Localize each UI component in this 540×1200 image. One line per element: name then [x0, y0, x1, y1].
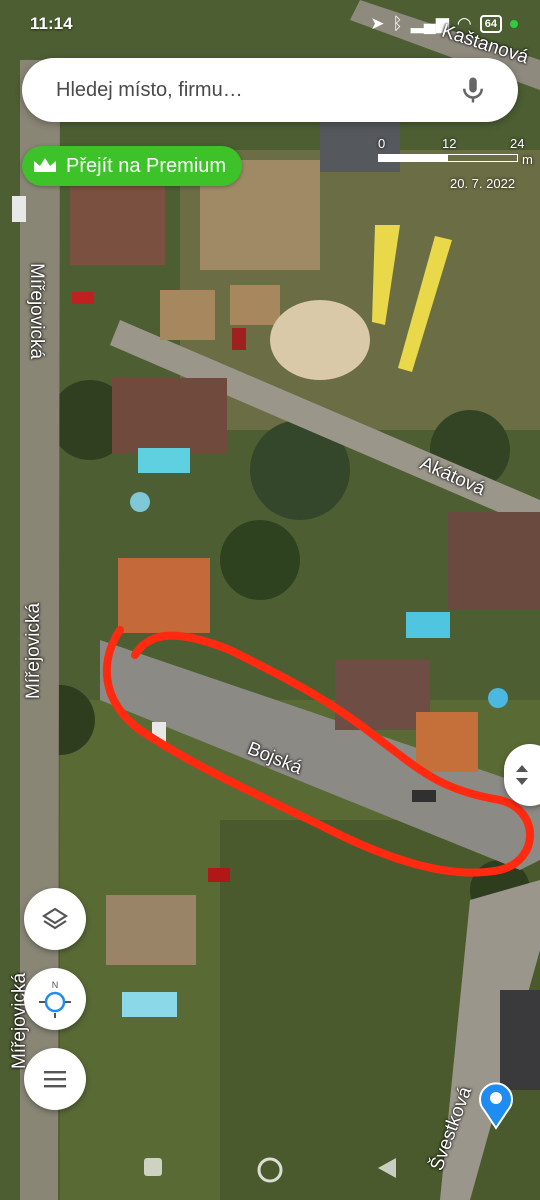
scale-bar	[378, 154, 518, 162]
compass-button[interactable]: N	[24, 968, 86, 1030]
menu-icon	[44, 1071, 66, 1088]
premium-label: Přejít na Premium	[66, 154, 227, 177]
scale-tick-0: 0	[378, 136, 386, 151]
home-icon[interactable]	[256, 1156, 284, 1184]
scale-tick-12: 12	[442, 136, 457, 151]
layers-button[interactable]	[24, 888, 86, 950]
expand-icon	[516, 765, 528, 785]
status-time: 11:14	[30, 14, 73, 33]
street-label-mirejovicka-top: Mířejovická	[26, 262, 48, 360]
imagery-date: 20. 7. 2022	[450, 176, 516, 191]
scale-unit: m	[522, 152, 533, 167]
menu-button[interactable]	[24, 1048, 86, 1110]
expand-panel-button[interactable]	[504, 744, 540, 806]
recents-icon[interactable]	[142, 1156, 164, 1178]
search-bar[interactable]: Hledej místo, firmu…	[22, 58, 518, 122]
svg-text:N: N	[52, 980, 59, 990]
layers-icon	[41, 907, 69, 930]
street-label-mirejovicka-mid: Mířejovická	[23, 602, 45, 700]
crown-icon	[34, 158, 56, 172]
bluetooth-icon: ᛒ	[392, 14, 403, 33]
location-arrow-icon: ➤	[370, 14, 385, 33]
search-input[interactable]: Hledej místo, firmu…	[56, 79, 243, 102]
microphone-icon[interactable]	[458, 75, 488, 105]
compass-icon: N	[39, 980, 71, 1018]
map-scale: 0 12 24 m 20. 7. 2022	[378, 136, 538, 196]
premium-button[interactable]: Přejít na Premium	[22, 146, 243, 186]
back-icon[interactable]	[376, 1156, 398, 1180]
scale-tick-24: 24	[510, 136, 525, 151]
privacy-dot-icon	[510, 20, 518, 28]
system-nav-bar	[0, 1140, 540, 1200]
battery-indicator: 64	[479, 15, 502, 33]
location-pin-icon[interactable]	[476, 1078, 516, 1130]
